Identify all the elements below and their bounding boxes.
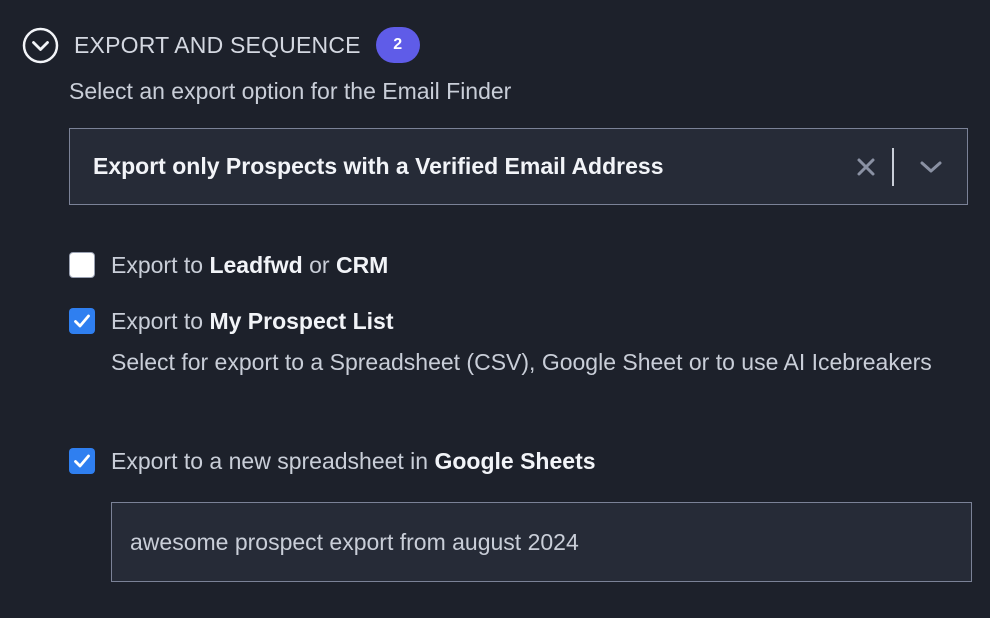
collapse-toggle[interactable] (22, 27, 59, 64)
export-prospect-list-checkbox[interactable] (69, 308, 95, 334)
checkmark-icon (74, 454, 90, 468)
export-prospect-list-label[interactable]: Export to My Prospect List (111, 306, 393, 336)
export-google-sheets-checkbox[interactable] (69, 448, 95, 474)
export-google-sheets-label[interactable]: Export to a new spreadsheet in Google Sh… (111, 446, 596, 476)
spreadsheet-name-input[interactable] (111, 502, 972, 582)
export-crm-option: Export to Leadfwd or CRM (69, 250, 388, 280)
checkmark-icon (74, 314, 90, 328)
export-and-sequence-panel: EXPORT AND SEQUENCE 2 Select an export o… (0, 0, 990, 618)
clear-selection-button[interactable] (840, 147, 892, 187)
chevron-down-icon (920, 161, 941, 172)
export-option-value: Export only Prospects with a Verified Em… (93, 153, 664, 179)
export-option-label: Select an export option for the Email Fi… (69, 78, 512, 104)
close-icon (857, 158, 875, 175)
chevron-down-circle-icon (22, 27, 59, 63)
count-badge: 2 (375, 27, 420, 63)
export-prospect-list-option: Export to My Prospect List (69, 306, 393, 336)
export-option-select[interactable]: Export only Prospects with a Verified Em… (69, 128, 968, 205)
dropdown-toggle[interactable] (894, 147, 967, 187)
export-crm-label[interactable]: Export to Leadfwd or CRM (111, 250, 388, 280)
export-google-sheets-option: Export to a new spreadsheet in Google Sh… (69, 446, 596, 476)
section-header: EXPORT AND SEQUENCE 2 (22, 25, 420, 65)
export-crm-checkbox[interactable] (69, 252, 95, 278)
section-title: EXPORT AND SEQUENCE (74, 31, 361, 58)
prospect-list-help-text: Select for export to a Spreadsheet (CSV)… (111, 349, 932, 375)
